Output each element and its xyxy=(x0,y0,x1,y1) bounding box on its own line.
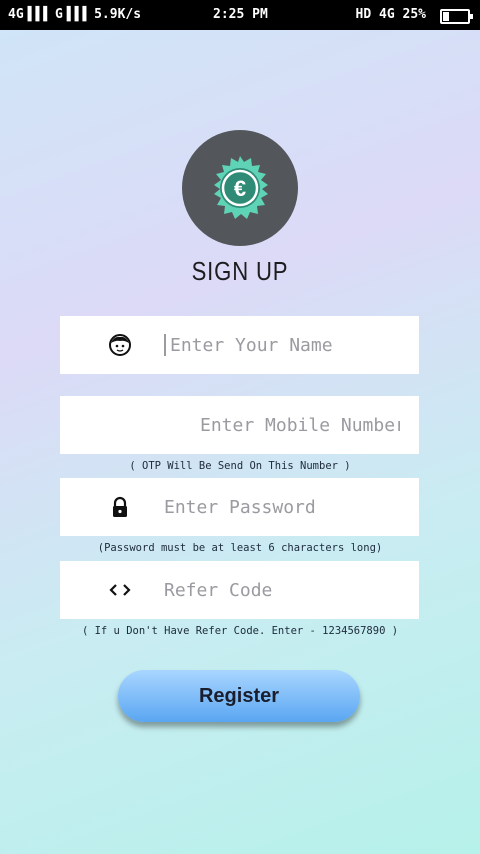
clock: 2:25 PM xyxy=(213,7,268,22)
register-button[interactable]: Register xyxy=(118,670,360,722)
network-status: 4G▐▐▐ G▐▐▐ 5.9K/s xyxy=(8,7,142,22)
text-cursor xyxy=(164,334,166,356)
status-bar: 4G▐▐▐ G▐▐▐ 5.9K/s 2:25 PM HD 4G 25% xyxy=(0,0,480,30)
refer-code-hint: ( If u Don't Have Refer Code. Enter - 12… xyxy=(81,625,399,637)
mobile-field[interactable] xyxy=(60,396,419,454)
face-icon xyxy=(109,334,131,356)
network-battery-status: HD 4G 25% xyxy=(355,7,426,22)
battery-icon xyxy=(440,9,473,24)
code-icon xyxy=(109,584,131,596)
name-input[interactable] xyxy=(170,316,410,374)
app-logo: € xyxy=(182,130,298,246)
lock-icon xyxy=(113,496,127,517)
mobile-input[interactable] xyxy=(200,396,400,454)
euro-coin-icon: € xyxy=(214,156,268,219)
refer-code-field[interactable] xyxy=(60,561,419,619)
password-input[interactable] xyxy=(164,478,404,536)
mobile-hint: ( OTP Will Be Send On This Number ) xyxy=(129,460,351,472)
refer-code-input[interactable] xyxy=(164,561,404,619)
password-hint: (Password must be at least 6 characters … xyxy=(97,542,383,554)
name-field[interactable] xyxy=(60,316,419,374)
battery-level xyxy=(443,12,449,21)
euro-symbol: € xyxy=(234,176,246,201)
password-field[interactable] xyxy=(60,478,419,536)
page-title: SIGN UP xyxy=(191,256,289,286)
